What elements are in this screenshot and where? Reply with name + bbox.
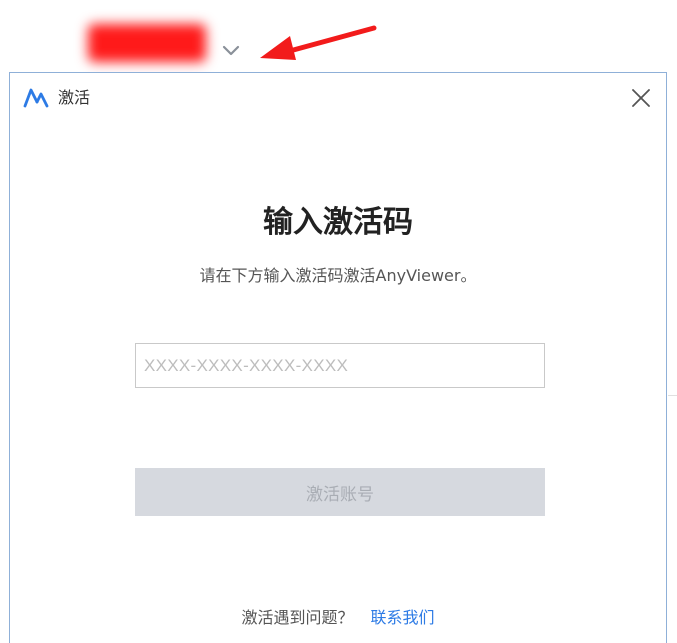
screenshot-canvas: 激活 输入激活码 请在下方输入激活码激活AnyViewer。 激活账号 激活遇到… [0, 0, 677, 643]
activate-account-button[interactable]: 激活账号 [135, 468, 545, 516]
activation-code-input[interactable] [135, 343, 545, 388]
activation-dialog: 激活 输入激活码 请在下方输入激活码激活AnyViewer。 激活账号 激活遇到… [9, 72, 667, 643]
help-text: 激活遇到问题？ [241, 608, 354, 627]
background-divider [668, 395, 677, 396]
dialog-title: 激活 [58, 88, 91, 107]
anyviewer-logo-icon [23, 88, 49, 108]
instruction-text: 请在下方输入激活码激活AnyViewer。 [199, 266, 477, 285]
redaction-blur [88, 24, 206, 62]
red-arrow-annotation [260, 25, 377, 60]
dialog-titlebar: 激活 [10, 73, 666, 123]
chevron-down-icon[interactable] [222, 44, 240, 58]
page-title: 输入激活码 [263, 205, 413, 240]
redacted-account-name [82, 18, 212, 68]
contact-us-link[interactable]: 联系我们 [371, 608, 435, 627]
close-icon[interactable] [630, 87, 652, 109]
help-row: 激活遇到问题？ 联系我们 [10, 607, 666, 629]
